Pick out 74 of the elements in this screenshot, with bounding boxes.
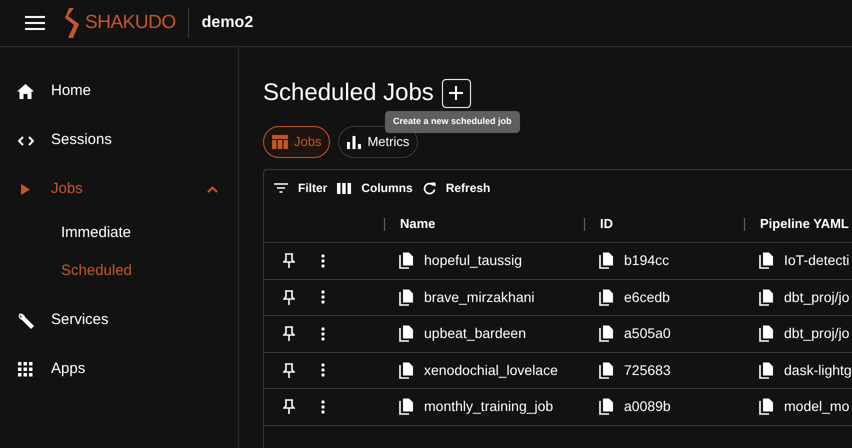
copy-icon[interactable] (599, 398, 614, 416)
copy-icon[interactable] (599, 252, 614, 270)
nav-item[interactable]: Apps (0, 345, 238, 394)
pin-icon[interactable] (283, 253, 295, 268)
filter-button[interactable]: Filter (274, 179, 328, 197)
chevron-up-icon (207, 186, 218, 193)
table-cell-text: a505a0 (624, 324, 671, 344)
home-icon (17, 84, 34, 99)
nav-item[interactable]: Home (0, 67, 238, 116)
pin-icon[interactable] (283, 290, 295, 305)
table-cell-text: model_mo (784, 397, 850, 416)
table-cell-text: IoT-detecti (784, 251, 850, 270)
columns-button[interactable]: Columns (337, 179, 413, 197)
nav-item[interactable]: Services (0, 296, 238, 345)
copy-icon[interactable] (599, 362, 614, 379)
column-header[interactable]: ID (600, 214, 613, 234)
copy-icon[interactable] (399, 288, 414, 306)
table-cell-text: xenodochial_lovelace (424, 360, 558, 380)
table-cell-text: brave_mirzakhani (424, 288, 534, 307)
table-icon (272, 135, 288, 149)
menu-icon[interactable] (25, 16, 45, 30)
table-cell-text: monthly_training_job (424, 397, 554, 416)
table-cell-text: b194cc (624, 251, 670, 270)
nav-item[interactable]: Jobs (0, 165, 238, 214)
workspace-name: demo2 (202, 13, 254, 33)
copy-icon[interactable] (399, 252, 414, 270)
pin-icon[interactable] (283, 362, 295, 378)
columns-icon (337, 182, 352, 194)
table-cell-text: upbeat_bardeen (424, 324, 526, 344)
tab[interactable]: Jobs (263, 126, 330, 158)
nav-item[interactable]: Sessions (0, 116, 238, 165)
more-icon[interactable] (321, 400, 325, 414)
copy-icon[interactable] (399, 398, 414, 416)
refresh-button[interactable]: Refresh (422, 179, 490, 197)
plus-icon (449, 86, 464, 100)
table-cell-text: e6cedb (624, 288, 670, 307)
pin-icon[interactable] (283, 326, 295, 342)
refresh-icon (422, 182, 436, 194)
table-cell-text: dbt_proj/jo (784, 324, 850, 344)
copy-icon[interactable] (399, 362, 414, 379)
copy-icon[interactable] (599, 325, 614, 342)
more-icon[interactable] (321, 363, 325, 378)
tooltip: Create a new scheduled job (385, 111, 520, 132)
copy-icon[interactable] (759, 362, 774, 379)
table-cell-text: dask-lightg (784, 360, 852, 380)
copy-icon[interactable] (399, 325, 414, 342)
table-cell-text: a0089b (624, 397, 671, 416)
code-icon (18, 136, 34, 146)
copy-icon[interactable] (759, 252, 774, 270)
table-cell-text: hopeful_taussig (424, 251, 522, 270)
copy-icon[interactable] (599, 288, 614, 306)
pin-icon[interactable] (283, 399, 295, 414)
column-header[interactable]: Pipeline YAML (760, 214, 849, 234)
table-cell-text: dbt_proj/jo (784, 288, 850, 307)
nav-subitem[interactable]: Immediate (0, 214, 238, 252)
add-button[interactable] (442, 78, 471, 108)
nav-subitem[interactable]: Scheduled (0, 252, 238, 290)
bar-chart-icon (347, 136, 362, 148)
more-icon[interactable] (321, 254, 325, 268)
copy-icon[interactable] (759, 288, 774, 306)
play-icon (21, 184, 30, 195)
table-cell-text: 725683 (624, 360, 671, 380)
wrench-icon (17, 312, 34, 329)
column-header[interactable]: Name (400, 214, 436, 234)
copy-icon[interactable] (759, 325, 774, 342)
brand-name: SHAKUDO (85, 10, 176, 35)
filter-icon (274, 183, 288, 193)
grid-icon (18, 362, 33, 377)
more-icon[interactable] (321, 290, 325, 304)
logo-icon (65, 8, 82, 38)
page-title: Scheduled Jobs (263, 78, 434, 108)
tab[interactable]: Metrics (338, 126, 418, 158)
more-icon[interactable] (321, 326, 325, 341)
copy-icon[interactable] (759, 398, 774, 416)
